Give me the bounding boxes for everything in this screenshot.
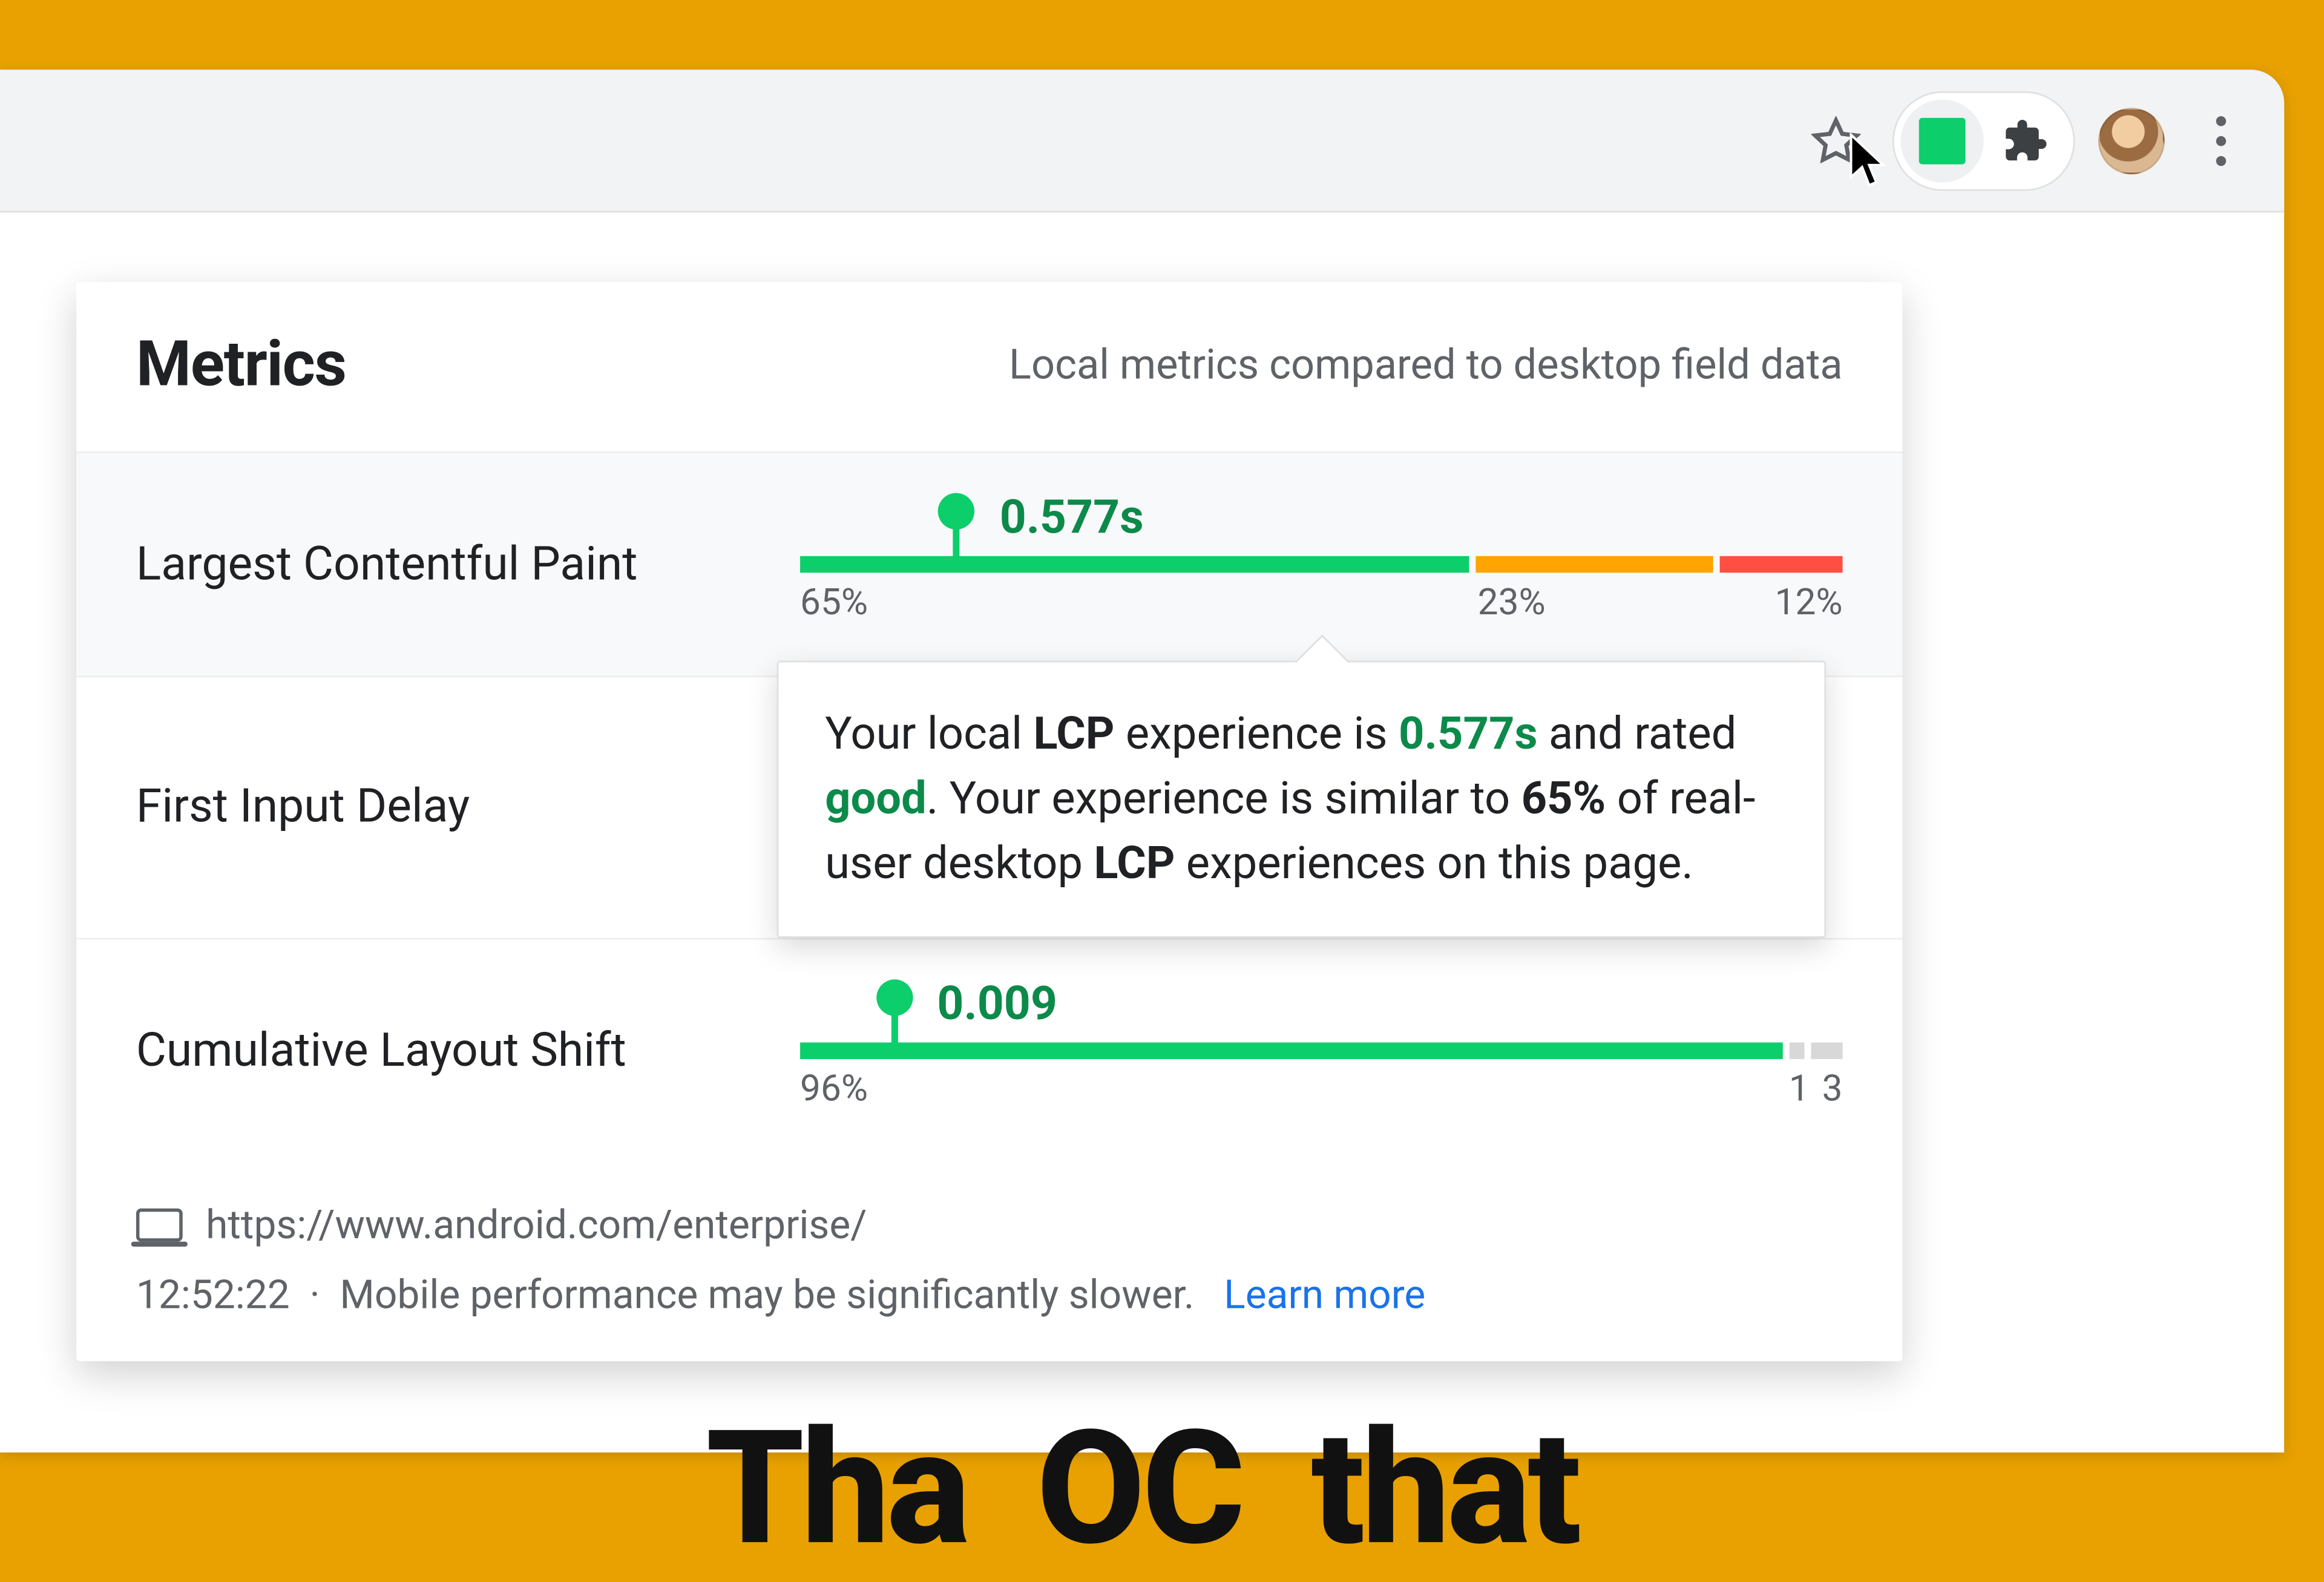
footer-note: Mobile performance may be significantly … — [340, 1272, 1194, 1318]
footer-url: https://www.android.com/enterprise/ — [206, 1202, 867, 1249]
popup-subtitle: Local metrics compared to desktop field … — [1009, 341, 1843, 390]
browser-window: Tha OC that Metrics Local metrics compar… — [0, 70, 2284, 1452]
extensions-pill — [1892, 90, 2075, 190]
metric-name: First Input Delay — [136, 778, 800, 833]
metric-name: Cumulative Layout Shift — [136, 1022, 800, 1077]
bookmark-star-icon[interactable] — [1793, 97, 1879, 183]
metric-bar-lcp: 0.577s 65% 23% 12% — [800, 500, 1843, 626]
popup-title: Metrics — [136, 329, 346, 402]
desktop-icon — [136, 1209, 183, 1242]
popup-footer: https://www.android.com/enterprise/ 12:5… — [76, 1162, 1902, 1361]
extensions-icon[interactable] — [1984, 99, 2067, 182]
metric-value: 0.577s — [1000, 490, 1144, 545]
web-vitals-extension-icon[interactable] — [1901, 99, 1984, 182]
seg-label-ni: 1 — [1789, 1069, 1810, 1111]
seg-label-poor: 3 — [1822, 1069, 1843, 1111]
metric-row-lcp[interactable]: Largest Contentful Paint 0.577s 65% 23% … — [76, 453, 1902, 677]
page-headline-fragment: Tha OC that — [0, 1397, 2284, 1581]
seg-label-good: 65% — [800, 583, 868, 625]
metric-row-cls[interactable]: Cumulative Layout Shift 0.009 96% 1 3 — [76, 939, 1902, 1162]
metric-tooltip: Your local LCP experience is 0.577s and … — [777, 661, 1826, 939]
metric-value: 0.009 — [937, 976, 1057, 1031]
seg-label-good: 96% — [800, 1069, 868, 1111]
learn-more-link[interactable]: Learn more — [1224, 1272, 1425, 1318]
metric-name: Largest Contentful Paint — [136, 536, 800, 591]
browser-toolbar — [0, 70, 2284, 212]
chrome-menu-icon[interactable] — [2188, 103, 2254, 177]
metric-bar-cls: 0.009 96% 1 3 — [800, 986, 1843, 1112]
seg-label-ni: 23% — [1478, 583, 1546, 625]
profile-avatar[interactable] — [2098, 107, 2165, 174]
footer-time: 12:52:22 — [136, 1272, 290, 1318]
seg-label-poor: 12% — [1775, 583, 1843, 625]
